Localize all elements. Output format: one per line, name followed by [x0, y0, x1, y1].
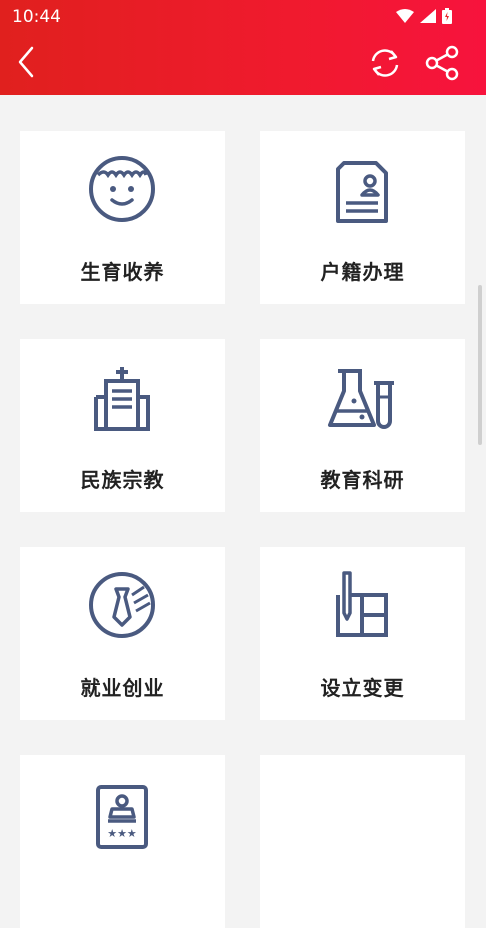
- tie-badge-icon: [89, 572, 155, 638]
- svg-text:★★★: ★★★: [107, 827, 137, 840]
- card-employment[interactable]: 就业创业: [20, 547, 225, 720]
- card-label: 户籍办理: [320, 260, 405, 284]
- card-label: 民族宗教: [80, 468, 165, 492]
- religion-building-icon: [94, 367, 150, 431]
- share-button[interactable]: [424, 45, 462, 81]
- card-label: 生育收养: [80, 260, 165, 284]
- card-education-research[interactable]: 教育科研: [260, 339, 465, 512]
- card-establishment-change[interactable]: 设立变更: [260, 547, 465, 720]
- scrollbar[interactable]: [478, 285, 482, 445]
- signal-icon: [420, 9, 436, 23]
- status-icons: [396, 8, 452, 24]
- app-header: 10:44: [0, 0, 486, 95]
- pen-form-icon: [336, 571, 388, 637]
- lab-flask-icon: [328, 369, 394, 429]
- battery-icon: [442, 8, 452, 24]
- card-certificate[interactable]: ★★★: [20, 755, 225, 928]
- wifi-icon: [396, 9, 414, 23]
- card-birth-adoption[interactable]: 生育收养: [20, 131, 225, 304]
- card-household-registration[interactable]: 户籍办理: [260, 131, 465, 304]
- household-document-icon: [336, 161, 388, 223]
- status-bar: 10:44: [0, 0, 486, 34]
- service-grid: 生育收养 户籍办理 民族宗教 教育科研 就业创业 设立变更 ★★★: [0, 95, 486, 928]
- refresh-button[interactable]: [366, 45, 404, 81]
- back-button[interactable]: [10, 40, 46, 84]
- card-ethnic-religion[interactable]: 民族宗教: [20, 339, 225, 512]
- card-empty[interactable]: [260, 755, 465, 928]
- baby-face-icon: [89, 156, 155, 222]
- card-label: 就业创业: [80, 676, 165, 700]
- status-time: 10:44: [12, 7, 61, 27]
- certificate-stamp-icon: ★★★: [96, 785, 148, 849]
- card-label: 设立变更: [320, 676, 405, 700]
- card-label: 教育科研: [320, 468, 405, 492]
